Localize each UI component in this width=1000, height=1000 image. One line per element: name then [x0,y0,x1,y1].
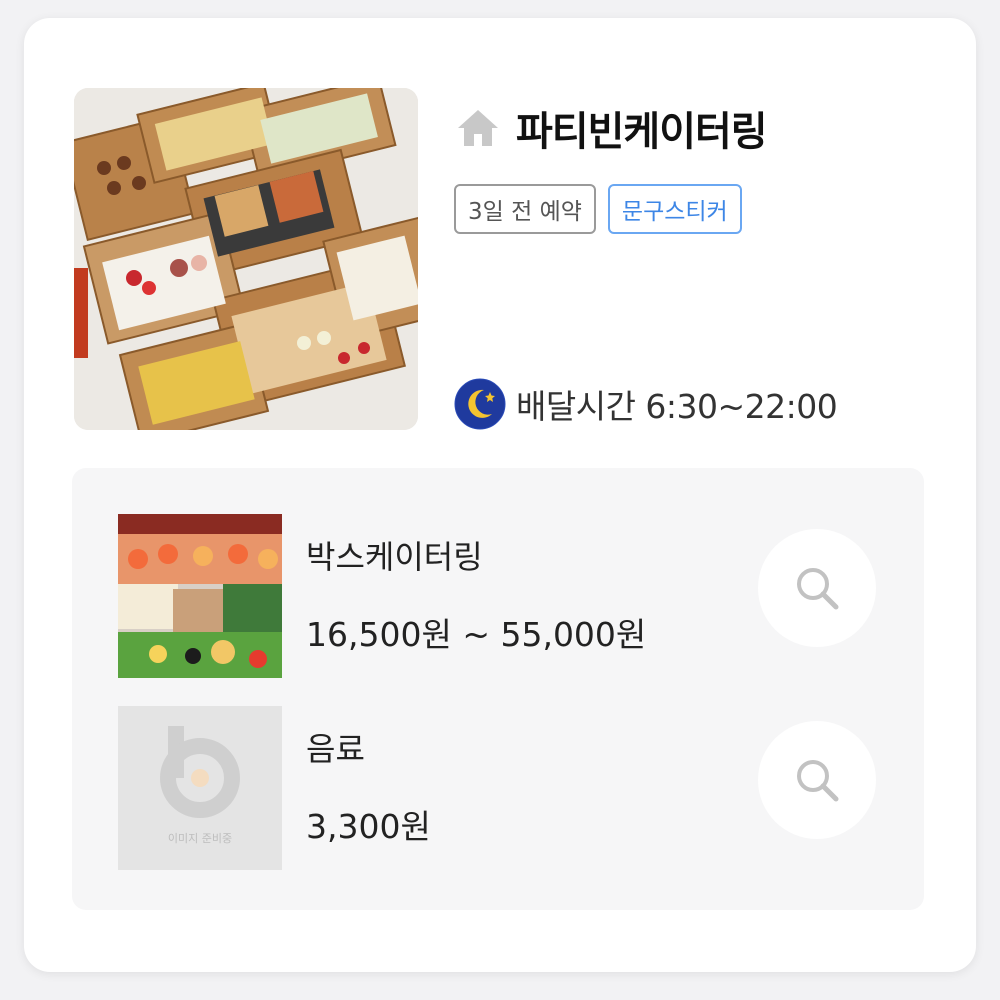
menu-thumbnail [118,514,282,678]
view-detail-button[interactable] [758,721,876,839]
store-name: 파티빈케이터링 [516,109,768,155]
store-card[interactable]: 파티빈케이터링 3일 전 예약 문구스티커 배달시간 6:30~22:00 박스… [24,18,976,972]
menu-item-price: 16,500원 ~ 55,000원 [306,615,647,654]
menu-item-name: 음료 [306,730,365,768]
menu-item-price: 3,300원 [306,807,431,846]
view-detail-button[interactable] [758,529,876,647]
menu-list: 박스케이터링 16,500원 ~ 55,000원 이미지 준비중 음료 3,30… [72,468,924,910]
menu-item-box-catering[interactable]: 박스케이터링 16,500원 ~ 55,000원 [118,514,898,678]
menu-item-name: 박스케이터링 [306,538,483,576]
store-title-row: 파티빈케이터링 [454,100,768,156]
image-placeholder: 이미지 준비중 [118,706,282,870]
home-icon [458,110,498,146]
search-icon [797,760,839,802]
store-photo [74,88,418,430]
moon-night-icon [454,378,506,430]
menu-item-beverage[interactable]: 이미지 준비중 음료 3,300원 [118,706,898,870]
store-tags: 3일 전 예약 문구스티커 [454,184,742,234]
placeholder-caption: 이미지 준비중 [167,832,233,845]
reservation-tag: 3일 전 예약 [454,184,596,234]
sticker-tag: 문구스티커 [607,184,742,234]
search-icon [797,568,839,610]
delivery-time-label: 배달시간 6:30~22:00 [516,387,838,426]
delivery-hours: 배달시간 6:30~22:00 [454,378,838,430]
